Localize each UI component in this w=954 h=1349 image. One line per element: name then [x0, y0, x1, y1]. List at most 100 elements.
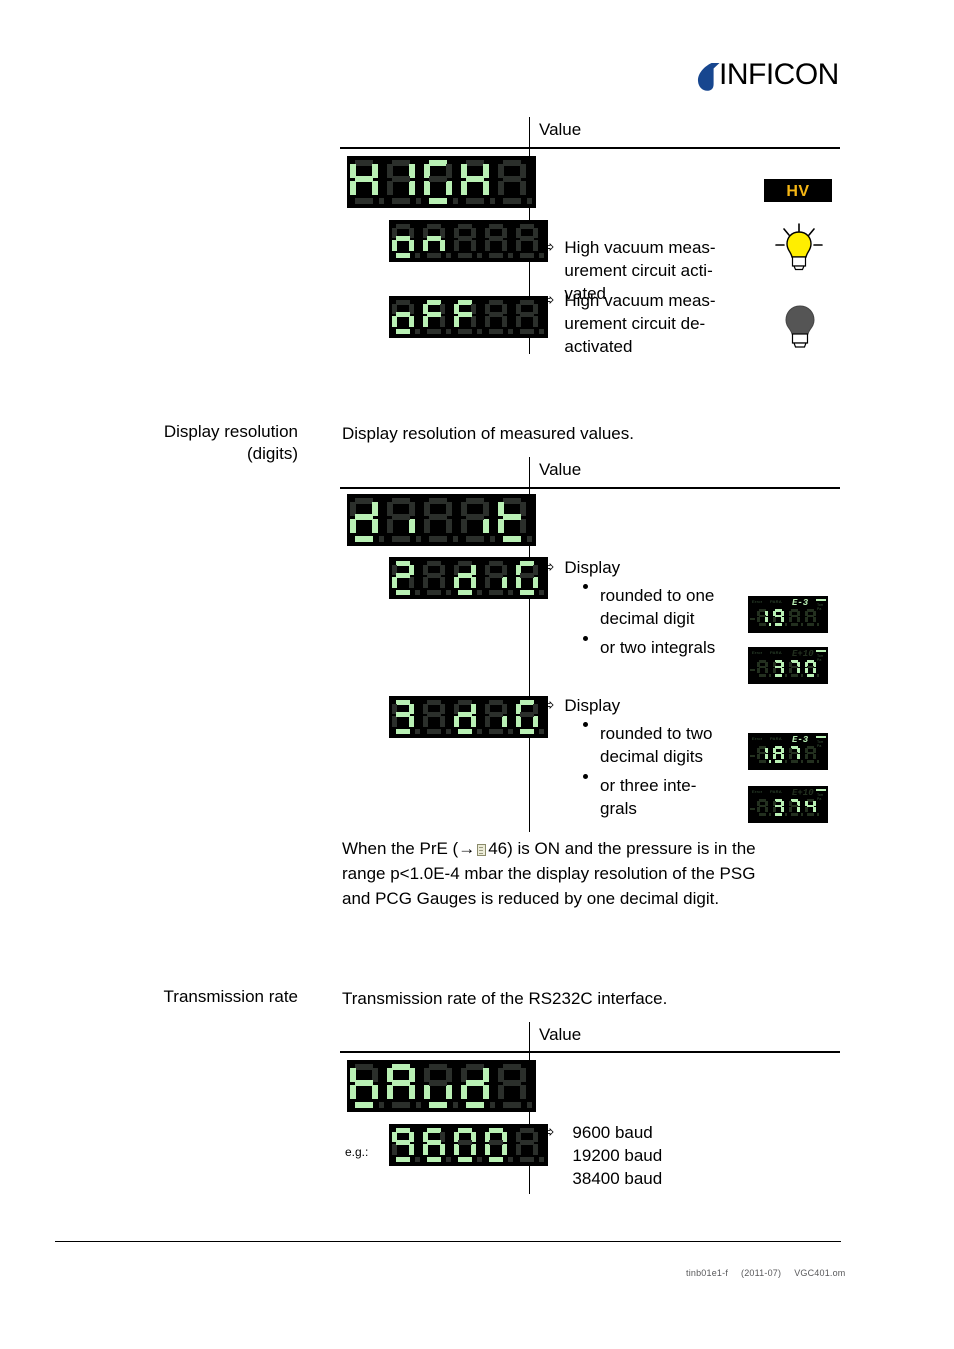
segment-e [461, 180, 467, 195]
segment-a [465, 160, 485, 166]
segment-c [409, 577, 414, 588]
segment-decimal-point [446, 253, 451, 258]
segment-c [765, 667, 768, 674]
segment-d [807, 623, 814, 626]
segment-g [489, 712, 503, 717]
gauge-value [750, 609, 820, 626]
seven-segment-digit [485, 300, 514, 334]
led-display-3-digit [389, 696, 548, 738]
segment-decimal-point [769, 760, 771, 763]
segment-d [807, 760, 814, 763]
segment-e [392, 1144, 397, 1155]
row-2dig-bullet-1: rounded to one decimal digit [583, 584, 726, 630]
segment-c [372, 1084, 378, 1099]
segment-g [427, 312, 441, 317]
seven-segment-digit [423, 300, 452, 334]
segment-a [391, 498, 411, 504]
segment-e [461, 518, 467, 533]
segment-e [789, 753, 792, 760]
segment-c [813, 806, 816, 813]
row-3dig-value: ⇨ Display rounded to two decimal digits … [541, 694, 726, 820]
segment-g [759, 614, 766, 618]
segment-c [813, 753, 816, 760]
display-resolution-note: When the PrE (→ 46) is ON and the pressur… [342, 836, 842, 911]
seven-segment-digit [454, 700, 483, 734]
segment-e [424, 1084, 430, 1099]
segment-c [440, 716, 445, 727]
baud-option-3: 38400 baud [572, 1169, 663, 1188]
segment-decimal-point [817, 760, 819, 763]
segment-e [424, 518, 430, 533]
segment-decimal-point [817, 623, 819, 626]
segment-e [392, 716, 397, 727]
row-on-line2: urement circuit acti- [564, 261, 713, 280]
segment-e [789, 616, 792, 623]
segment-c [483, 1084, 489, 1099]
segment-c [813, 616, 816, 623]
arrow-icon: ⇨ [541, 697, 555, 714]
brand-logo: INFICON [697, 58, 857, 98]
segment-g [396, 312, 410, 317]
segment-c [520, 518, 526, 533]
segment-e [423, 240, 428, 251]
segment-d [396, 729, 410, 734]
segment-e [392, 316, 397, 327]
segment-g [396, 236, 410, 241]
segment-g [775, 665, 782, 669]
segment-g [502, 1080, 522, 1086]
segment-a [458, 700, 472, 705]
segment-a [427, 300, 441, 305]
segment-decimal-point [416, 536, 421, 542]
segment-a [502, 1064, 522, 1070]
segment-decimal-point [446, 590, 451, 595]
segment-decimal-point [446, 729, 451, 734]
segment-decimal-point [446, 329, 451, 334]
margin-label-display-resolution: Display resolution (digits) [90, 421, 298, 465]
gauge-digit [789, 660, 804, 677]
row-2dig-heading: Display [564, 558, 621, 577]
segment-c [409, 1084, 415, 1099]
segment-decimal-point [801, 813, 803, 816]
segment-c [520, 1084, 526, 1099]
segment-c [781, 667, 784, 674]
gauge-value [750, 799, 820, 816]
segment-a [520, 700, 534, 705]
seven-segment-digit [423, 700, 452, 734]
segment-a [489, 700, 503, 705]
segment-g [502, 176, 522, 182]
segment-d [391, 198, 411, 204]
led-display-high [347, 156, 536, 208]
segment-a [354, 160, 374, 166]
segment-g [520, 1140, 534, 1145]
gauge-unit-indicator [816, 650, 826, 652]
gauge-digit [789, 746, 804, 763]
segment-decimal-point [527, 1102, 532, 1108]
gauge-exponent: E+10 [792, 788, 814, 798]
gauge-digit-blank [805, 609, 820, 626]
segment-g [489, 1140, 503, 1145]
segment-c [409, 180, 415, 195]
segment-c [765, 616, 768, 623]
seven-segment-digit [454, 300, 483, 334]
bullet-icon [583, 584, 588, 589]
segment-d [520, 729, 534, 734]
segment-decimal-point [508, 590, 513, 595]
segment-c [440, 240, 445, 251]
segment-d [428, 1102, 448, 1108]
segment-d [791, 760, 798, 763]
gauge-digit [805, 660, 820, 677]
segment-g [489, 236, 503, 241]
segment-e [387, 180, 393, 195]
segment-a [396, 700, 410, 705]
segment-a [354, 498, 374, 504]
segment-d [391, 536, 411, 542]
segment-d [396, 1157, 410, 1162]
segment-a [396, 561, 410, 566]
gauge-minus-sign [750, 618, 755, 620]
row-2dig-value: ⇨ Display rounded to one decimal digit o… [541, 556, 726, 659]
table1-header-rule [340, 147, 840, 149]
segment-a [458, 1128, 472, 1133]
gauge-label-para: PARA [770, 736, 782, 741]
segment-a [458, 561, 472, 566]
segment-a [391, 1064, 411, 1070]
